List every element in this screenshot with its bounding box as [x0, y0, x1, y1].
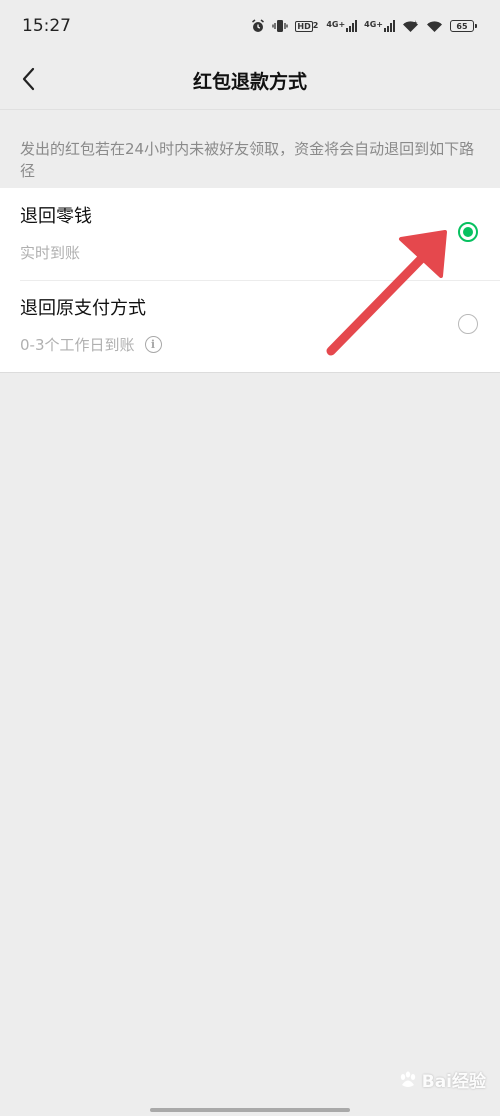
watermark-text: Bai经验 [421, 1072, 486, 1092]
baidu-watermark: Bai经验 [398, 1067, 486, 1092]
option-title: 退回原支付方式 [20, 298, 146, 319]
back-button[interactable] [10, 62, 48, 100]
radio-unselected[interactable] [458, 314, 478, 334]
chevron-left-icon [21, 67, 37, 95]
option-title: 退回零钱 [20, 206, 92, 227]
paw-icon [398, 1070, 418, 1090]
wifi-icon: + [402, 20, 419, 33]
option-return-to-original-payment[interactable]: 退回原支付方式 0-3个工作日到账 i [0, 280, 500, 372]
option-return-to-balance[interactable]: 退回零钱 实时到账 [0, 188, 500, 280]
alarm-icon [251, 19, 265, 33]
refund-hint-text: 发出的红包若在24小时内未被好友领取，资金将会自动退回到如下路径 [20, 140, 475, 180]
home-indicator[interactable] [150, 1108, 350, 1112]
wifi-icon [426, 20, 443, 33]
status-bar: 15:27 HD 2 4G+ 4G+ + 65 [0, 0, 500, 52]
option-subtitle: 实时到账 [20, 244, 81, 262]
info-icon[interactable]: i [144, 336, 162, 353]
vibrate-icon [272, 19, 289, 33]
signal-icon: 4G+ [364, 20, 395, 32]
signal-icon: 4G+ [326, 20, 358, 32]
page-title: 红包退款方式 [192, 71, 307, 93]
radio-selected[interactable] [458, 222, 478, 242]
option-subtitle: 0-3个工作日到账 i [20, 334, 480, 355]
refund-options-list: 退回零钱 实时到账 退回原支付方式 0-3个工作日到账 i [0, 188, 500, 373]
status-icons: HD 2 4G+ 4G+ + 65 [251, 19, 477, 33]
svg-text:+: + [414, 20, 418, 26]
battery-icon: 65 [450, 20, 477, 32]
hd-icon: HD 2 [295, 20, 319, 32]
nav-bar: 红包退款方式 [0, 52, 500, 110]
status-time: 15:27 [22, 16, 71, 36]
